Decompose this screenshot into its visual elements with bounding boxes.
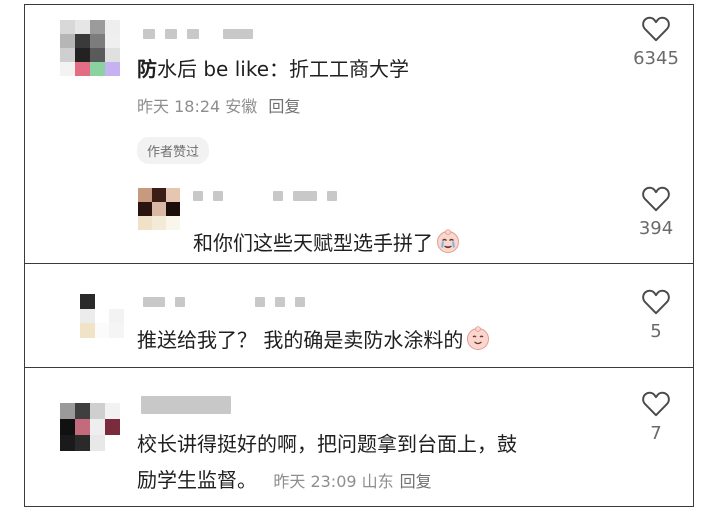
reply-text-content: 和你们这些天赋型选手拼了 [193,231,433,255]
heart-icon[interactable] [641,390,671,417]
comment-text-line: 校长讲得挺好的啊，把问题拿到台面上，鼓 [137,432,517,456]
comment-meta: 昨天 18:24 安徽 回复 [137,93,300,117]
like-count: 5 [650,321,662,342]
like-control[interactable]: 5 [626,288,686,342]
heart-icon[interactable] [641,288,671,315]
author-liked-badge: 作者赞过 [137,137,210,164]
username[interactable] [143,29,253,39]
comment-text-bold: 防 [137,57,157,81]
comment-text-line2: 励学生监督。 [137,468,257,492]
avatar[interactable] [60,20,120,76]
like-control[interactable]: 7 [626,390,686,444]
comment-text-rest: 水后 be like：折工工商大学 [157,57,410,81]
reply-like-control[interactable]: 394 [626,185,686,239]
reply-username[interactable] [193,191,337,201]
avatar[interactable] [80,294,124,338]
comment-text-line: 励学生监督。 昨天 23:09 山东 回复 [137,464,432,493]
comment-card: 防水后 be like：折工工商大学 昨天 18:24 安徽 回复 作者赞过 6… [24,4,694,264]
comment-text: 防水后 be like：折工工商大学 [137,53,409,82]
reply-button[interactable]: 回复 [268,97,300,116]
reply-text: 和你们这些天赋型选手拼了 [193,227,461,259]
crying-face-icon [435,228,461,259]
like-control[interactable]: 6345 [626,15,686,69]
comment-text: 推送给我了？ 我的确是卖防水涂料的 [137,324,491,356]
comment-text-content: 推送给我了？ 我的确是卖防水涂料的 [137,328,464,352]
username[interactable] [143,297,305,307]
comment-card: 推送给我了？ 我的确是卖防水涂料的 5 [24,263,694,368]
comment-card: 校长讲得挺好的啊，把问题拿到台面上，鼓 励学生监督。 昨天 23:09 山东 回复… [24,367,694,507]
avatar[interactable] [60,403,120,451]
comment-meta: 昨天 23:09 山东 回复 [273,472,431,491]
like-count: 7 [650,423,662,444]
like-count: 6345 [633,48,679,69]
username[interactable] [141,396,231,414]
heart-icon[interactable] [641,15,671,42]
timestamp-location: 昨天 18:24 安徽 [137,97,258,116]
heart-icon[interactable] [641,185,671,212]
smiling-face-icon [465,325,491,356]
reply-avatar[interactable] [138,188,180,230]
timestamp-location: 昨天 23:09 山东 [273,472,394,491]
reply-button[interactable]: 回复 [400,472,432,491]
reply-like-count: 394 [638,218,674,239]
